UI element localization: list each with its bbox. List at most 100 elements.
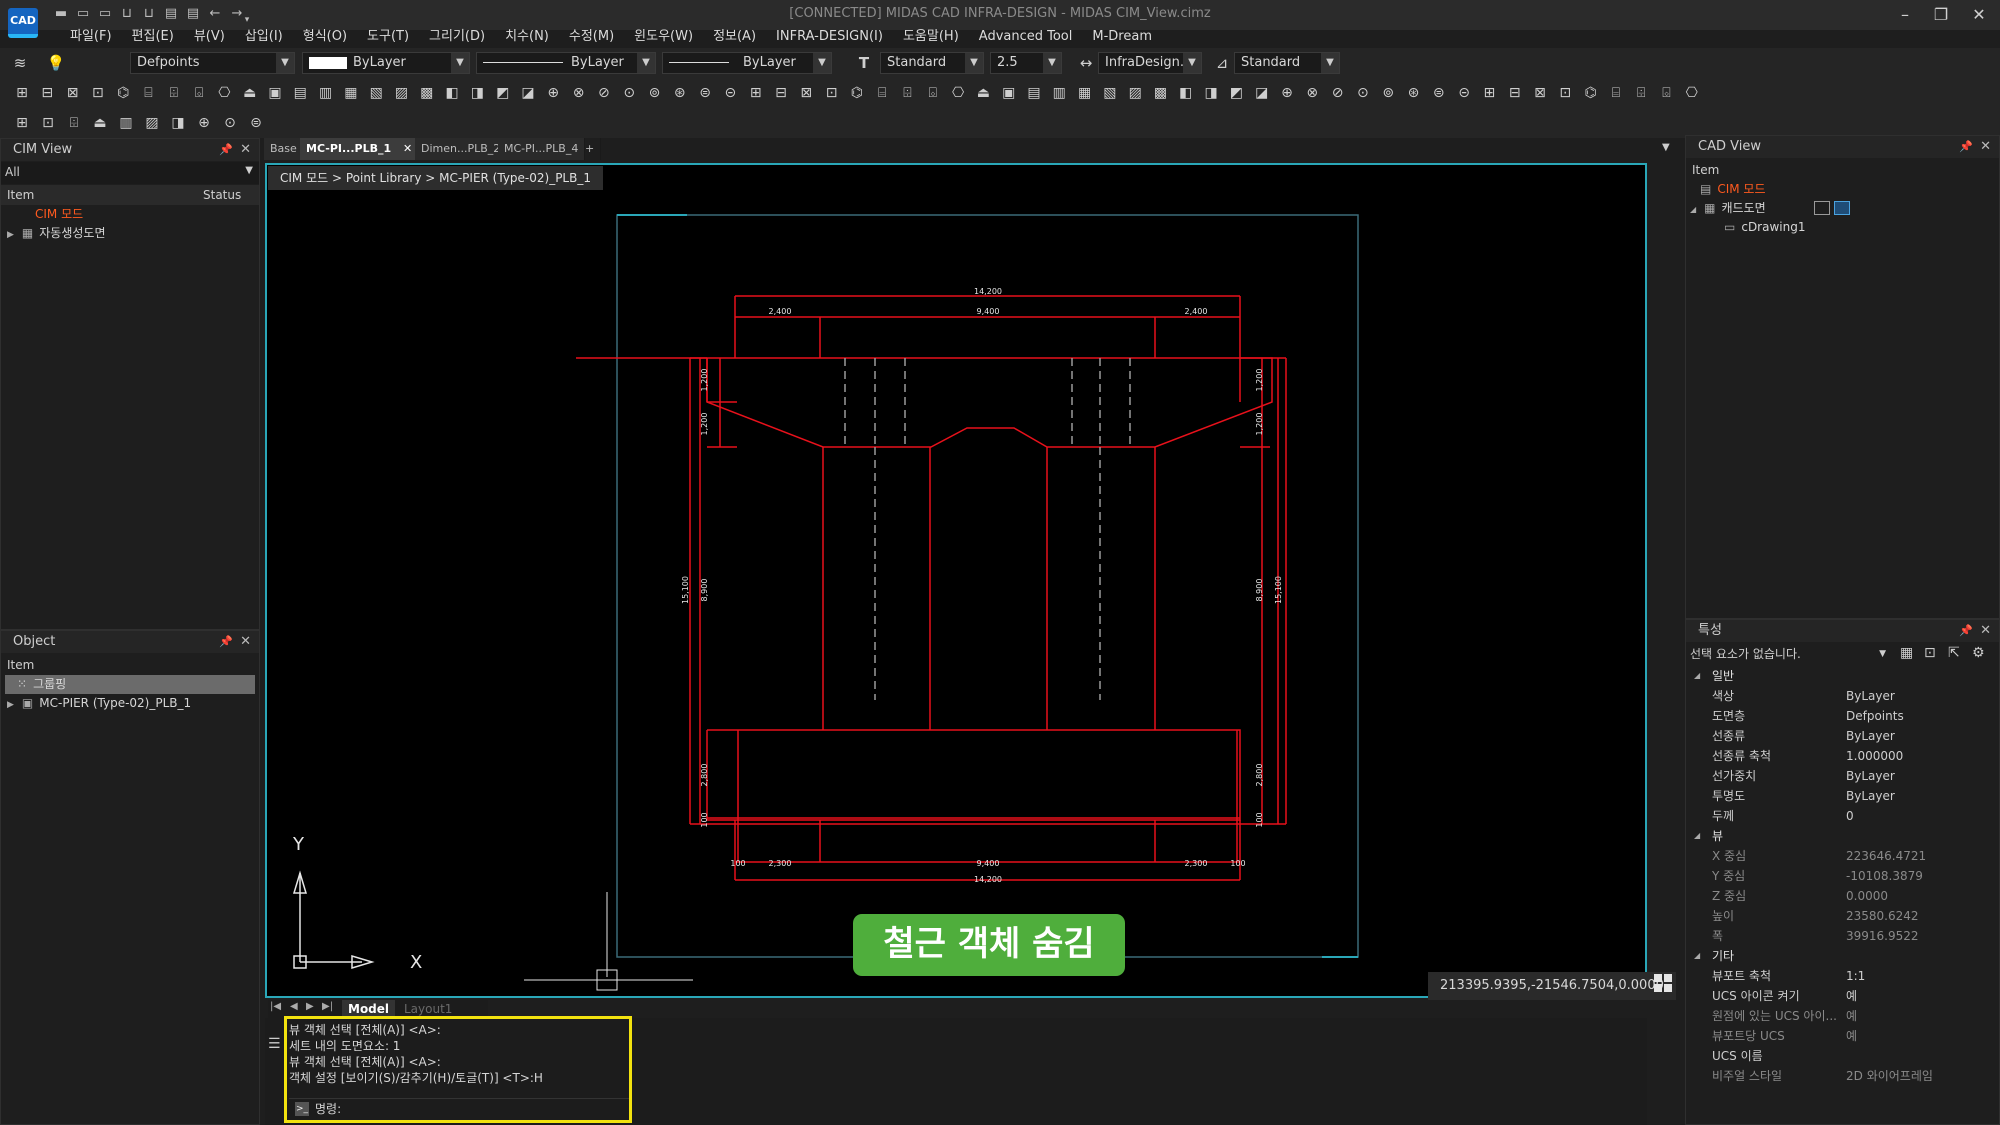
toolbar-tool-icon[interactable]: ⌸ <box>1606 83 1626 103</box>
tab-document[interactable]: Base <box>264 138 304 160</box>
toolbar-tool-icon[interactable]: ⊙ <box>619 83 639 103</box>
pin-icon[interactable]: 📌 <box>1959 136 1973 158</box>
table-style-icon[interactable]: ⊿ <box>1212 53 1232 73</box>
close-icon[interactable]: ✕ <box>1962 3 1996 27</box>
property-row[interactable]: 두께 0 <box>1686 806 1999 826</box>
cim-filter-select[interactable]: All ▼ <box>1 162 259 184</box>
text-style-combo[interactable]: Standard ▼ <box>880 52 984 74</box>
menu-item[interactable]: 삽입(I) <box>235 26 293 48</box>
property-row[interactable]: 뷰포트 축척 1:1 <box>1686 966 1999 986</box>
toolbar-tool-icon[interactable]: ⏏ <box>240 83 260 103</box>
toolbar-tool-icon[interactable]: ⊞ <box>12 83 32 103</box>
toolbar-tool-icon[interactable]: ⊟ <box>1505 83 1525 103</box>
toolbar-tool-icon[interactable]: ⊠ <box>796 83 816 103</box>
menu-item[interactable]: 정보(A) <box>703 26 766 48</box>
menu-item[interactable]: 수정(M) <box>559 26 624 48</box>
toolbar-tool-icon[interactable]: ⊚ <box>1378 83 1398 103</box>
toolbar-tool-icon[interactable]: ⊟ <box>37 83 57 103</box>
toolbar-tool-icon[interactable]: ▣ <box>265 83 285 103</box>
pin-icon[interactable]: 📌 <box>1959 620 1973 642</box>
quick-select-icon[interactable]: ▦ <box>1900 645 1913 661</box>
dim-style-combo[interactable]: InfraDesign... ▼ <box>1098 52 1202 74</box>
selection-combo[interactable]: 선택 요소가 없습니다. ▼ <box>1690 644 1886 664</box>
toolbar-tool-icon[interactable]: ▥ <box>1049 83 1069 103</box>
menu-item[interactable]: 형식(O) <box>293 26 357 48</box>
toolbar-tool-icon[interactable]: ▩ <box>1151 83 1171 103</box>
tree-item-cim-mode[interactable]: ▤ CIM 모드 <box>1686 180 1999 199</box>
color-combo[interactable]: ByLayer ▼ <box>302 52 470 74</box>
toolbar-tool-icon[interactable]: ◨ <box>1201 83 1221 103</box>
toolbar-tool-icon[interactable]: ⊕ <box>194 113 214 133</box>
select-objects-icon[interactable]: ⊡ <box>1924 645 1936 661</box>
layer-manager-icon[interactable]: ≋ <box>10 53 30 73</box>
toolbar-tool-icon[interactable]: ▦ <box>1075 83 1095 103</box>
toolbar-tool-icon[interactable]: ◨ <box>467 83 487 103</box>
toolbar-tool-icon[interactable]: ⌹ <box>1631 83 1651 103</box>
toolbar-tool-icon[interactable]: ⊞ <box>1479 83 1499 103</box>
toolbar-tool-icon[interactable]: ▧ <box>1100 83 1120 103</box>
toolbar-tool-icon[interactable]: ⌺ <box>189 83 209 103</box>
toolbar-tool-icon[interactable]: ⌹ <box>164 83 184 103</box>
property-row[interactable]: 선종류 축척 1.000000 <box>1686 746 1999 766</box>
toolbar-tool-icon[interactable]: ⌺ <box>923 83 943 103</box>
drawing-canvas[interactable]: 14,200 2,400 9,400 2,400 1,200 1,200 8,900 15,1… <box>267 165 1645 996</box>
expand-arrow-icon[interactable]: ▶ <box>7 230 14 240</box>
last-layout-icon[interactable]: ▶| <box>322 1001 333 1012</box>
property-row[interactable]: 도면층 Defpoints <box>1686 706 1999 726</box>
tree-item-grouping[interactable]: ⁙ 그룹핑 <box>5 675 255 694</box>
toolbar-tool-icon[interactable]: ⊟ <box>771 83 791 103</box>
toolbar-tool-icon[interactable]: ▦ <box>341 83 361 103</box>
toolbar-tool-icon[interactable]: ⊜ <box>1429 83 1449 103</box>
toolbar-tool-icon[interactable]: ⊠ <box>1530 83 1550 103</box>
toolbar-tool-icon[interactable]: ⊛ <box>670 83 690 103</box>
toolbar-tool-icon[interactable]: ▥ <box>116 113 136 133</box>
property-row[interactable]: 투명도 ByLayer <box>1686 786 1999 806</box>
toolbar-tool-icon[interactable]: ▥ <box>316 83 336 103</box>
toolbar-tool-icon[interactable]: ⊝ <box>720 83 740 103</box>
first-layout-icon[interactable]: |◀ <box>270 1001 281 1012</box>
property-row[interactable]: 비주얼 스타일 2D 와이어프레임 <box>1686 1066 1999 1086</box>
grid-toggle-icon[interactable] <box>1654 974 1674 994</box>
toolbar-tool-icon[interactable]: ▤ <box>290 83 310 103</box>
tab-document[interactable]: Dimen...PLB_2 <box>415 138 508 160</box>
category-misc[interactable]: 기타 <box>1686 946 1999 966</box>
toolbar-tool-icon[interactable]: ◧ <box>442 83 462 103</box>
category-general[interactable]: 일반 <box>1686 666 1999 686</box>
tab-document[interactable]: MC-PI...PLB_1 ✕ <box>300 138 420 160</box>
toolbar-tool-icon[interactable]: ⊞ <box>746 83 766 103</box>
dim-style-icon[interactable]: ↔ <box>1076 53 1096 73</box>
tree-item-cdrawing1[interactable]: ▭ cDrawing1 <box>1686 218 1999 237</box>
toolbar-tool-icon[interactable]: ⌬ <box>847 83 867 103</box>
text-style-icon[interactable]: T <box>854 53 874 73</box>
toolbar-tool-icon[interactable]: ⊗ <box>1302 83 1322 103</box>
toolbar-tool-icon[interactable]: ▨ <box>142 113 162 133</box>
prev-layout-icon[interactable]: ◀ <box>290 1001 298 1012</box>
toolbar-tool-icon[interactable]: ⎔ <box>1682 83 1702 103</box>
property-row[interactable]: 색상 ByLayer <box>1686 686 1999 706</box>
toolbar-tool-icon[interactable]: ⏏ <box>973 83 993 103</box>
view-toggle-active-icon[interactable] <box>1834 201 1850 215</box>
toolbar-tool-icon[interactable]: ⊠ <box>63 83 83 103</box>
property-row[interactable]: 선종류 ByLayer <box>1686 726 1999 746</box>
toolbar-tool-icon[interactable]: ▨ <box>1125 83 1145 103</box>
minimize-icon[interactable]: – <box>1888 3 1922 27</box>
toolbar-tool-icon[interactable]: ⎔ <box>214 83 234 103</box>
toolbar-tool-icon[interactable]: ⊕ <box>543 83 563 103</box>
toolbar-tool-icon[interactable]: ⌸ <box>872 83 892 103</box>
toolbar-tool-icon[interactable]: ⌹ <box>64 113 84 133</box>
tree-item-cad-drawing[interactable]: ◢ ▦ 캐드도면 <box>1686 199 1999 218</box>
property-row[interactable]: 뷰포트당 UCS 예 <box>1686 1026 1999 1046</box>
menu-item[interactable]: 윈도우(W) <box>624 26 703 48</box>
toolbar-tool-icon[interactable]: ▣ <box>999 83 1019 103</box>
toolbar-tool-icon[interactable]: ⌹ <box>898 83 918 103</box>
property-row[interactable]: UCS 이름 <box>1686 1046 1999 1066</box>
toolbar-tool-icon[interactable]: ◨ <box>168 113 188 133</box>
layer-combo[interactable]: Defpoints ▼ <box>130 52 295 74</box>
property-row[interactable]: Z 중심 0.0000 <box>1686 886 1999 906</box>
toolbar-tool-icon[interactable]: ⊘ <box>1328 83 1348 103</box>
toolbar-tool-icon[interactable]: ⊙ <box>1353 83 1373 103</box>
layer-state-icon[interactable]: 💡 <box>46 53 66 73</box>
toolbar-tool-icon[interactable]: ⊡ <box>88 83 108 103</box>
toolbar-tool-icon[interactable]: ⊛ <box>1404 83 1424 103</box>
restore-icon[interactable]: ❐ <box>1924 3 1958 27</box>
